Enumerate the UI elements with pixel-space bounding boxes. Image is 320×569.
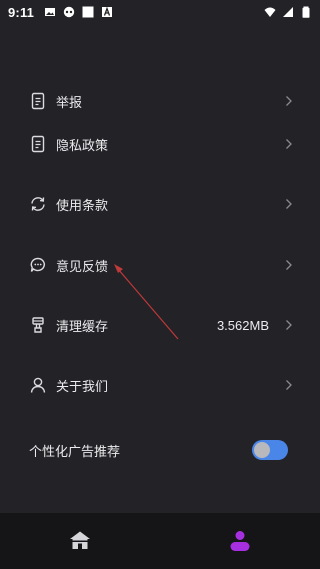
menu-item-label: 关于我们 — [56, 379, 109, 395]
menu-item-label: 使用条款 — [56, 198, 109, 214]
menu-item-label: 清理缓存 — [56, 319, 109, 335]
square-icon — [82, 6, 94, 18]
font-a-icon — [101, 6, 113, 18]
chevron-right-icon — [284, 258, 294, 272]
menu-item-about-us[interactable]: 关于我们 — [0, 365, 320, 405]
toggle-knob — [254, 442, 270, 458]
menu-item-label: 举报 — [56, 95, 83, 111]
menu-item-privacy-policy[interactable]: 隐私政策 — [0, 124, 320, 164]
chevron-right-icon — [284, 197, 294, 211]
signal-icon — [282, 6, 294, 18]
document-icon — [29, 135, 47, 153]
chat-bubble-icon — [29, 256, 47, 274]
menu-item-label: 隐私政策 — [56, 138, 109, 154]
refresh-icon — [29, 195, 47, 213]
brush-icon — [29, 316, 47, 334]
home-icon — [70, 531, 90, 549]
menu-item-report[interactable]: 举报 — [0, 81, 320, 121]
menu-item-label: 意见反馈 — [56, 259, 109, 275]
nav-profile[interactable] — [160, 513, 320, 569]
chevron-right-icon — [284, 378, 294, 392]
person-icon — [29, 376, 47, 394]
profile-icon — [230, 531, 250, 551]
bottom-nav — [0, 513, 320, 569]
game-controller-icon — [63, 6, 75, 18]
menu-item-feedback[interactable]: 意见反馈 — [0, 245, 320, 285]
ad-personalization-row: 个性化广告推荐 — [0, 430, 320, 470]
chevron-right-icon — [284, 137, 294, 151]
nav-home[interactable] — [0, 513, 160, 569]
wifi-icon — [264, 6, 276, 18]
status-bar: 9:11 — [0, 0, 320, 24]
chevron-right-icon — [284, 318, 294, 332]
status-time: 9:11 — [8, 4, 35, 20]
menu-item-clear-cache[interactable]: 清理缓存 3.562MB — [0, 305, 320, 345]
chevron-right-icon — [284, 94, 294, 108]
ad-personalization-label: 个性化广告推荐 — [29, 444, 121, 460]
ad-personalization-toggle[interactable] — [252, 440, 288, 460]
battery-icon — [300, 6, 312, 18]
menu-item-terms[interactable]: 使用条款 — [0, 184, 320, 224]
image-icon — [44, 6, 56, 18]
cache-size-value: 3.562MB — [216, 317, 269, 333]
document-icon — [29, 92, 47, 110]
